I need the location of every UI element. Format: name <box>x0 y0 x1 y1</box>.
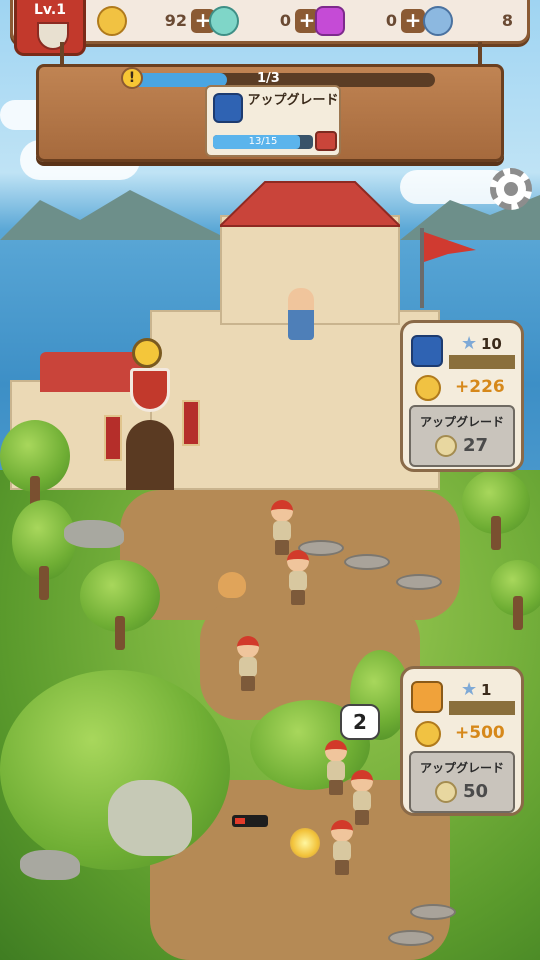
resource-bar: 92 + 0 + 0 + 8 <box>10 0 530 44</box>
quest-card[interactable]: アップグレード 13/15 <box>205 85 341 157</box>
rope <box>478 42 482 66</box>
red-flag <box>420 228 476 308</box>
old-man-npc[interactable] <box>288 288 314 340</box>
count-bubble[interactable]: 2 <box>340 704 380 740</box>
upgrade-button[interactable]: アップグレード 50 <box>409 751 515 813</box>
panel-earn: +226 <box>455 377 505 397</box>
panel-progress-bar <box>449 701 515 715</box>
coin-resource[interactable]: 92 + <box>97 6 217 36</box>
red-banner <box>182 400 200 446</box>
warrior-character[interactable] <box>326 820 356 876</box>
exclamation-marker-icon[interactable] <box>132 338 162 368</box>
upgrade-label: アップグレード <box>419 761 504 775</box>
gem-value: 0 <box>385 11 397 30</box>
coin-face-icon <box>97 6 127 36</box>
tree <box>490 560 540 630</box>
exp-badge-icon <box>423 6 453 36</box>
shield-emblem[interactable] <box>130 368 170 412</box>
quest-progress-text: 1/3 <box>257 71 280 86</box>
coin-face-icon <box>415 375 441 401</box>
purple-gem-icon <box>315 6 345 36</box>
coin-icon <box>435 781 457 803</box>
castle-gate <box>126 420 174 490</box>
castle-upgrade-panel: ★ 10 +226 アップグレード 27 <box>400 320 524 472</box>
rock <box>64 520 124 548</box>
potion-flask-icon <box>209 6 239 36</box>
tree <box>462 470 530 550</box>
attack-spark <box>290 828 320 858</box>
coin-value: 92 <box>164 11 187 30</box>
stone-golem[interactable] <box>108 780 192 856</box>
star-icon: ★ <box>461 679 478 700</box>
chicken[interactable] <box>218 572 246 598</box>
tree <box>12 500 76 600</box>
panel-earn: +500 <box>455 723 505 743</box>
exp-value: 8 <box>501 11 513 30</box>
stepping-stone <box>388 930 434 946</box>
castle-tower-roof <box>220 181 400 227</box>
shield-icon <box>37 22 69 50</box>
pistol-icon <box>411 681 443 713</box>
quest-card-progress-text: 13/15 <box>248 136 278 147</box>
exclamation-icon: ! <box>121 67 143 89</box>
exp-resource: 8 <box>423 6 523 36</box>
panel-stars: 1 <box>481 681 492 699</box>
red-banner <box>104 415 122 461</box>
rock <box>20 850 80 880</box>
panel-stars: 10 <box>481 335 502 353</box>
gem-resource[interactable]: 0 + <box>315 6 427 36</box>
quest-board[interactable]: ! 1/3 アップグレード 13/15 <box>36 64 504 162</box>
tree <box>0 420 70 510</box>
add-gem-button[interactable]: + <box>401 9 425 33</box>
enemy-health-bar <box>232 815 268 827</box>
castle-icon <box>411 335 443 367</box>
player-level-badge[interactable]: Lv.1 <box>14 0 86 56</box>
warrior-character[interactable] <box>282 550 312 606</box>
stepping-stone <box>410 904 456 920</box>
potion-value: 0 <box>279 11 291 30</box>
weapon-upgrade-panel: ★ 1 +500 アップグレード 50 <box>400 666 524 816</box>
star-icon: ★ <box>461 333 478 354</box>
potion-resource[interactable]: 0 + <box>209 6 321 36</box>
upgrade-cost: 50 <box>463 781 489 802</box>
rope <box>60 42 64 66</box>
tree <box>80 560 160 650</box>
upgrade-button[interactable]: アップグレード 27 <box>409 405 515 467</box>
warrior-character[interactable] <box>232 636 262 692</box>
upgrade-cost: 27 <box>463 435 489 456</box>
quest-card-title: アップグレード <box>247 93 339 108</box>
stepping-stone <box>344 554 390 570</box>
warrior-character[interactable] <box>346 770 376 826</box>
stepping-stone <box>396 574 442 590</box>
settings-gear-icon[interactable] <box>490 168 532 210</box>
panel-progress-bar <box>449 355 515 369</box>
enemy-health-fill <box>235 818 245 824</box>
castle-upgrade-icon <box>213 93 243 123</box>
upgrade-label: アップグレード <box>419 415 504 429</box>
coin-face-icon <box>415 721 441 747</box>
warrior-character[interactable] <box>266 500 296 556</box>
treasure-chest-icon[interactable] <box>315 131 337 151</box>
level-label: Lv.1 <box>34 2 66 18</box>
coin-icon <box>435 435 457 457</box>
